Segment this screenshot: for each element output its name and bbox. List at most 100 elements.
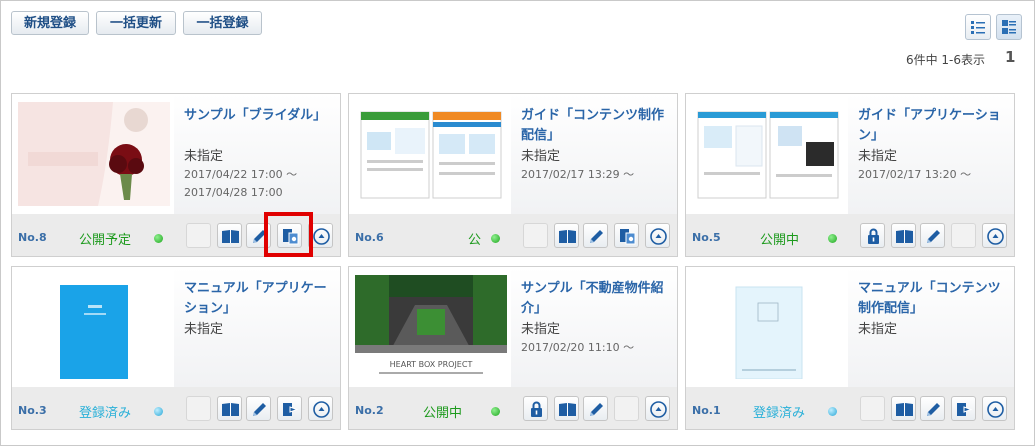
- copy-icon: [619, 228, 636, 245]
- content-card-4[interactable]: マニュアル「アプリケーション」 未指定 No.3 登録済み: [11, 266, 341, 430]
- page-number[interactable]: 1: [1005, 48, 1015, 66]
- card-title[interactable]: ガイド「コンテンツ制作配信」: [521, 106, 671, 146]
- thumbnail-bridal[interactable]: [18, 102, 170, 206]
- preview-book-button[interactable]: [554, 223, 579, 248]
- card-category: 未指定: [184, 149, 224, 164]
- card-title[interactable]: マニュアル「コンテンツ制作配信」: [858, 279, 1008, 319]
- card-title[interactable]: サンプル「ブライダル」: [184, 106, 334, 126]
- card-info: サンプル「ブライダル」 未指定 2017/04/22 17:00 ～ 2017/…: [174, 94, 340, 214]
- new-register-button[interactable]: 新規登録: [11, 11, 89, 35]
- share-button[interactable]: [951, 396, 976, 421]
- upload-circle-icon: [313, 401, 330, 418]
- highlight-box: [264, 212, 313, 257]
- publish-up-button[interactable]: [982, 223, 1007, 248]
- publish-up-button[interactable]: [645, 396, 670, 421]
- lock-icon: [867, 228, 880, 245]
- card-date-start: 2017/04/22 17:00 ～: [184, 168, 298, 181]
- card-info: サンプル「不動産物件紹介」 未指定 2017/02/20 11:10 ～: [511, 267, 677, 387]
- card-date-start: 2017/02/20 11:10 ～: [521, 341, 635, 354]
- bulk-register-button[interactable]: 一括登録: [183, 11, 262, 35]
- card-number: No.1: [692, 404, 721, 417]
- empty-slot: [614, 396, 639, 421]
- pencil-icon: [590, 230, 603, 243]
- status-label: 公: [468, 233, 482, 248]
- status-label: 登録済み: [79, 406, 132, 421]
- edit-button[interactable]: [583, 223, 608, 248]
- status-dot-icon: [154, 407, 163, 416]
- share-button[interactable]: [277, 396, 302, 421]
- status-dot-icon: [828, 234, 837, 243]
- card-view-button[interactable]: [996, 14, 1022, 40]
- upload-circle-icon: [987, 228, 1004, 245]
- copy-button[interactable]: [614, 223, 639, 248]
- thumbnail-manual-application[interactable]: [18, 275, 170, 379]
- status-label: 公開予定: [79, 233, 132, 248]
- empty-slot: [523, 223, 548, 248]
- edit-button[interactable]: [920, 223, 945, 248]
- thumbnail-manual-contents[interactable]: [692, 275, 844, 379]
- card-info: ガイド「アプリケーション」 未指定 2017/02/17 13:20 ～: [848, 94, 1014, 214]
- card-category: 未指定: [858, 149, 898, 164]
- card-category: 未指定: [521, 322, 561, 337]
- edit-button[interactable]: [920, 396, 945, 421]
- lock-icon: [530, 401, 543, 418]
- card-date-start: 2017/02/17 13:29 ～: [521, 168, 635, 181]
- card-info: マニュアル「コンテンツ制作配信」 未指定: [848, 267, 1014, 387]
- card-number: No.8: [18, 231, 47, 244]
- preview-book-button[interactable]: [217, 223, 242, 248]
- card-title[interactable]: マニュアル「アプリケーション」: [184, 279, 334, 319]
- upload-circle-icon: [987, 401, 1004, 418]
- empty-slot: [186, 396, 211, 421]
- status-label: 公開中: [760, 233, 800, 248]
- card-category: 未指定: [521, 149, 561, 164]
- thumbnail-guide-application[interactable]: [692, 102, 844, 206]
- card-category: 未指定: [858, 322, 898, 337]
- empty-slot: [860, 396, 885, 421]
- card-view-icon: [1002, 20, 1016, 34]
- thumbnail-guide-contents[interactable]: [355, 102, 507, 206]
- content-card-3[interactable]: ガイド「アプリケーション」 未指定 2017/02/17 13:20 ～ No.…: [685, 93, 1015, 257]
- list-view-icon: [971, 21, 985, 34]
- book-icon: [222, 230, 239, 243]
- thumbnail-realestate[interactable]: HEART BOX PROJECT: [355, 275, 507, 379]
- card-number: No.2: [355, 404, 384, 417]
- book-icon: [896, 230, 913, 243]
- edit-button[interactable]: [583, 396, 608, 421]
- card-title[interactable]: サンプル「不動産物件紹介」: [521, 279, 671, 319]
- card-date-start: 2017/02/17 13:20 ～: [858, 168, 972, 181]
- publish-up-button[interactable]: [645, 223, 670, 248]
- bulk-update-button[interactable]: 一括更新: [96, 11, 176, 35]
- share-icon: [282, 402, 298, 417]
- status-dot-icon: [154, 234, 163, 243]
- book-icon: [222, 403, 239, 416]
- result-count: 6件中 1-6表示: [905, 53, 985, 67]
- upload-circle-icon: [313, 228, 330, 245]
- empty-slot: [951, 223, 976, 248]
- card-number: No.3: [18, 404, 47, 417]
- publish-up-button[interactable]: [308, 396, 333, 421]
- pencil-icon: [590, 403, 603, 416]
- preview-book-button[interactable]: [891, 396, 916, 421]
- preview-book-button[interactable]: [554, 396, 579, 421]
- edit-button[interactable]: [246, 396, 271, 421]
- preview-book-button[interactable]: [891, 223, 916, 248]
- card-info: マニュアル「アプリケーション」 未指定: [174, 267, 340, 387]
- content-card-6[interactable]: マニュアル「コンテンツ制作配信」 未指定 No.1 登録済み: [685, 266, 1015, 430]
- card-number: No.6: [355, 231, 384, 244]
- lock-button[interactable]: [860, 223, 885, 248]
- content-card-2[interactable]: ガイド「コンテンツ制作配信」 未指定 2017/02/17 13:29 ～ No…: [348, 93, 678, 257]
- status-label: 公開中: [423, 406, 463, 421]
- list-view-button[interactable]: [965, 14, 991, 40]
- card-title[interactable]: ガイド「アプリケーション」: [858, 106, 1008, 146]
- status-dot-icon: [828, 407, 837, 416]
- upload-circle-icon: [650, 401, 667, 418]
- card-footer: No.6 公: [349, 214, 677, 256]
- preview-book-button[interactable]: [217, 396, 242, 421]
- content-card-5[interactable]: HEART BOX PROJECT サンプル「不動産物件紹介」 未指定 2017…: [348, 266, 678, 430]
- status-dot-icon: [491, 407, 500, 416]
- card-category: 未指定: [184, 322, 224, 337]
- share-icon: [956, 402, 972, 417]
- lock-button[interactable]: [523, 396, 548, 421]
- publish-up-button[interactable]: [982, 396, 1007, 421]
- pencil-icon: [927, 403, 940, 416]
